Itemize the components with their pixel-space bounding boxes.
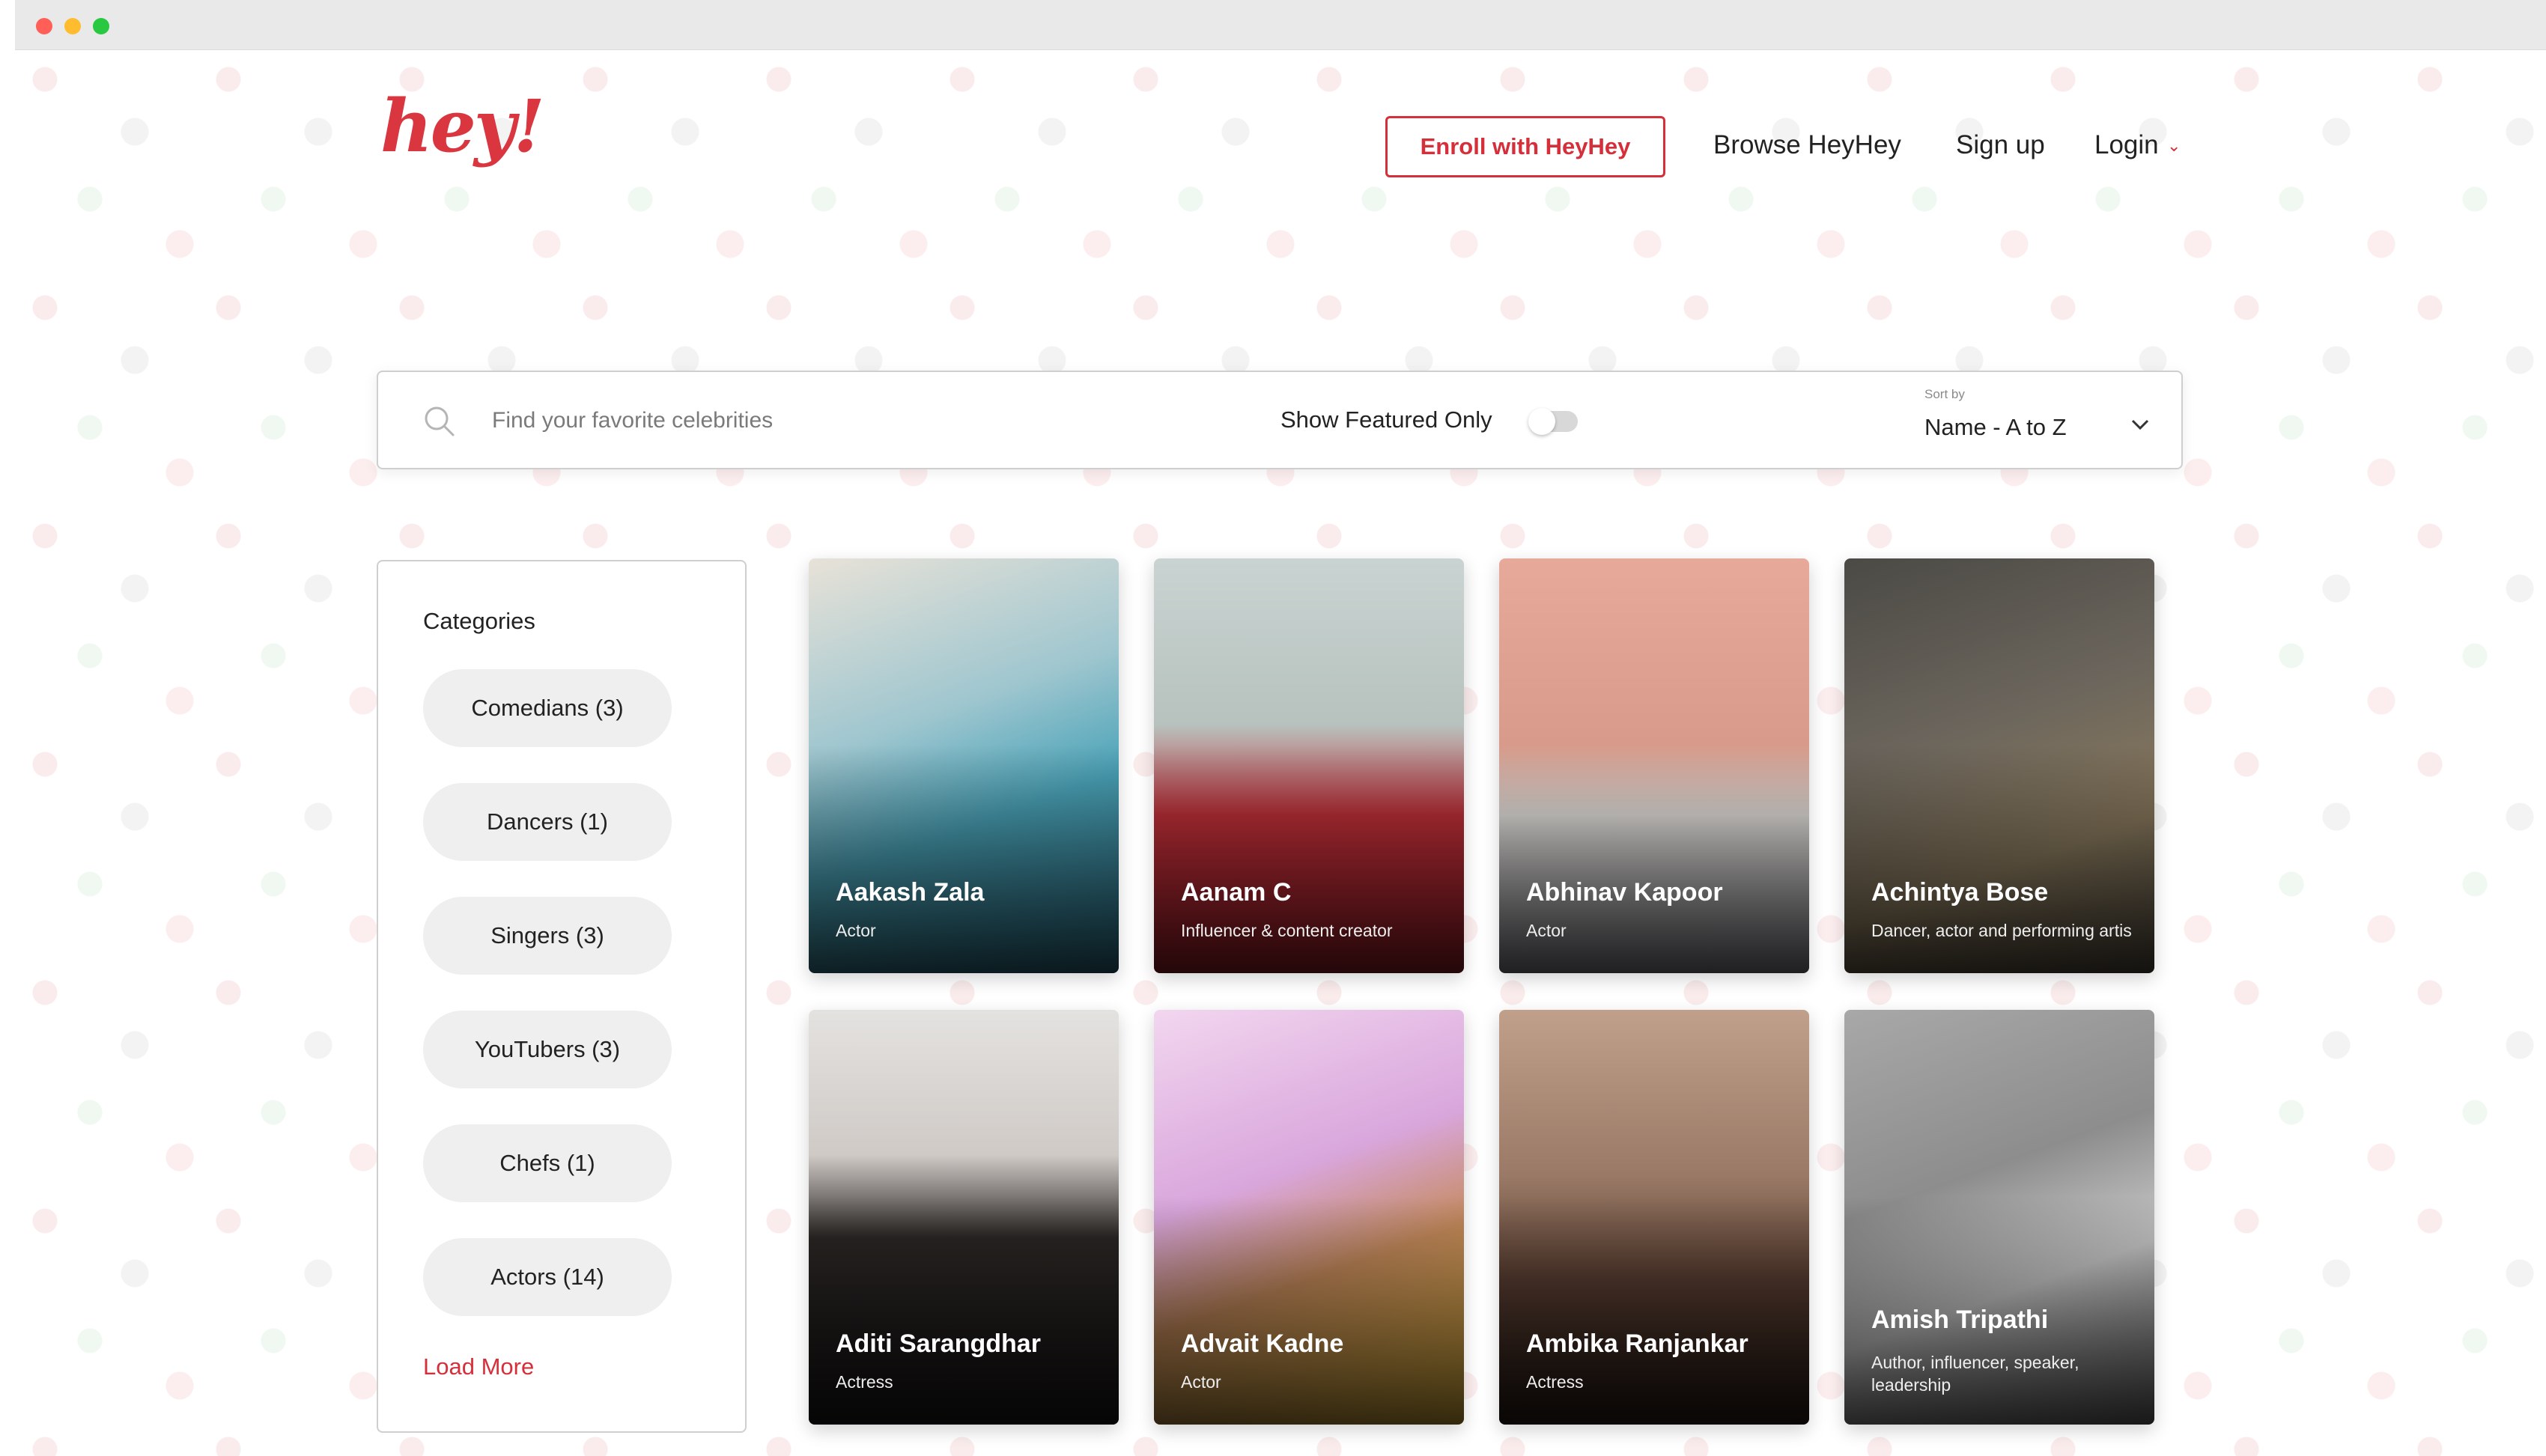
- celebrity-role: Actor: [1526, 921, 1567, 940]
- search-icon: [425, 406, 455, 436]
- celebrity-role: Actor: [836, 921, 876, 940]
- sort-select[interactable]: Name - A to Z: [1924, 414, 2067, 441]
- celebrity-name: Achintya Bose: [1871, 878, 2049, 907]
- minimize-window-button[interactable]: [64, 18, 81, 34]
- category-dancers[interactable]: Dancers (1): [423, 783, 672, 861]
- celebrity-name: Advait Kadne: [1181, 1329, 1344, 1358]
- celebrity-card[interactable]: Aanam C Influencer & content creator: [1154, 558, 1464, 973]
- celebrity-role: Actress: [836, 1372, 893, 1392]
- window-titlebar: [15, 0, 2546, 50]
- category-comedians[interactable]: Comedians (3): [423, 669, 672, 747]
- close-window-button[interactable]: [36, 18, 52, 34]
- nav-signup-link[interactable]: Sign up: [1956, 130, 2045, 160]
- search-input[interactable]: [490, 399, 1152, 442]
- celebrity-role: Author, influencer, speaker, leadership: [1871, 1353, 2079, 1395]
- toggle-knob: [1528, 408, 1555, 435]
- celebrity-name: Abhinav Kapoor: [1526, 878, 1723, 907]
- chevron-down-icon[interactable]: [2130, 417, 2150, 432]
- celebrity-name: Aakash Zala: [836, 878, 985, 907]
- category-singers[interactable]: Singers (3): [423, 897, 672, 975]
- celebrity-role: Actress: [1526, 1372, 1584, 1392]
- celebrity-card[interactable]: Advait Kadne Actor: [1154, 1010, 1464, 1425]
- celebrity-card[interactable]: Abhinav Kapoor Actor: [1499, 558, 1809, 973]
- search-bar: Show Featured Only Sort by Name - A to Z: [377, 371, 2183, 469]
- nav-browse-link[interactable]: Browse HeyHey: [1713, 130, 1901, 160]
- celebrity-name: Aanam C: [1181, 878, 1292, 907]
- nav-login-link[interactable]: Login: [2094, 130, 2159, 160]
- celebrity-name: Aditi Sarangdhar: [836, 1329, 1041, 1358]
- celebrity-name: Amish Tripathi: [1871, 1306, 2049, 1334]
- celebrity-card[interactable]: Amish Tripathi Author, influencer, speak…: [1844, 1010, 2154, 1425]
- categories-panel: Categories Comedians (3) Dancers (1) Sin…: [377, 560, 747, 1433]
- enroll-button[interactable]: Enroll with HeyHey: [1385, 116, 1665, 177]
- featured-only-toggle[interactable]: [1528, 408, 1578, 435]
- maximize-window-button[interactable]: [93, 18, 109, 34]
- celebrity-card[interactable]: Achintya Bose Dancer, actor and performi…: [1844, 558, 2154, 973]
- chevron-down-icon[interactable]: ⌄: [2167, 136, 2181, 156]
- heyhey-logo[interactable]: hey!: [380, 84, 545, 168]
- category-chefs[interactable]: Chefs (1): [423, 1124, 672, 1202]
- celebrity-card[interactable]: Aakash Zala Actor: [809, 558, 1119, 973]
- celebrity-role: Actor: [1181, 1372, 1221, 1392]
- celebrity-role: Dancer, actor and performing artis: [1871, 921, 2132, 940]
- sort-caption: Sort by: [1924, 387, 1965, 401]
- celebrity-card[interactable]: Aditi Sarangdhar Actress: [809, 1010, 1119, 1425]
- celebrity-role: Influencer & content creator: [1181, 921, 1393, 940]
- load-more-link[interactable]: Load More: [423, 1353, 534, 1380]
- featured-only-label: Show Featured Only: [1280, 406, 1492, 433]
- categories-title: Categories: [423, 608, 535, 634]
- celebrity-card[interactable]: Ambika Ranjankar Actress: [1499, 1010, 1809, 1425]
- celebrity-name: Ambika Ranjankar: [1526, 1329, 1749, 1358]
- category-youtubers[interactable]: YouTubers (3): [423, 1011, 672, 1088]
- category-actors[interactable]: Actors (14): [423, 1238, 672, 1316]
